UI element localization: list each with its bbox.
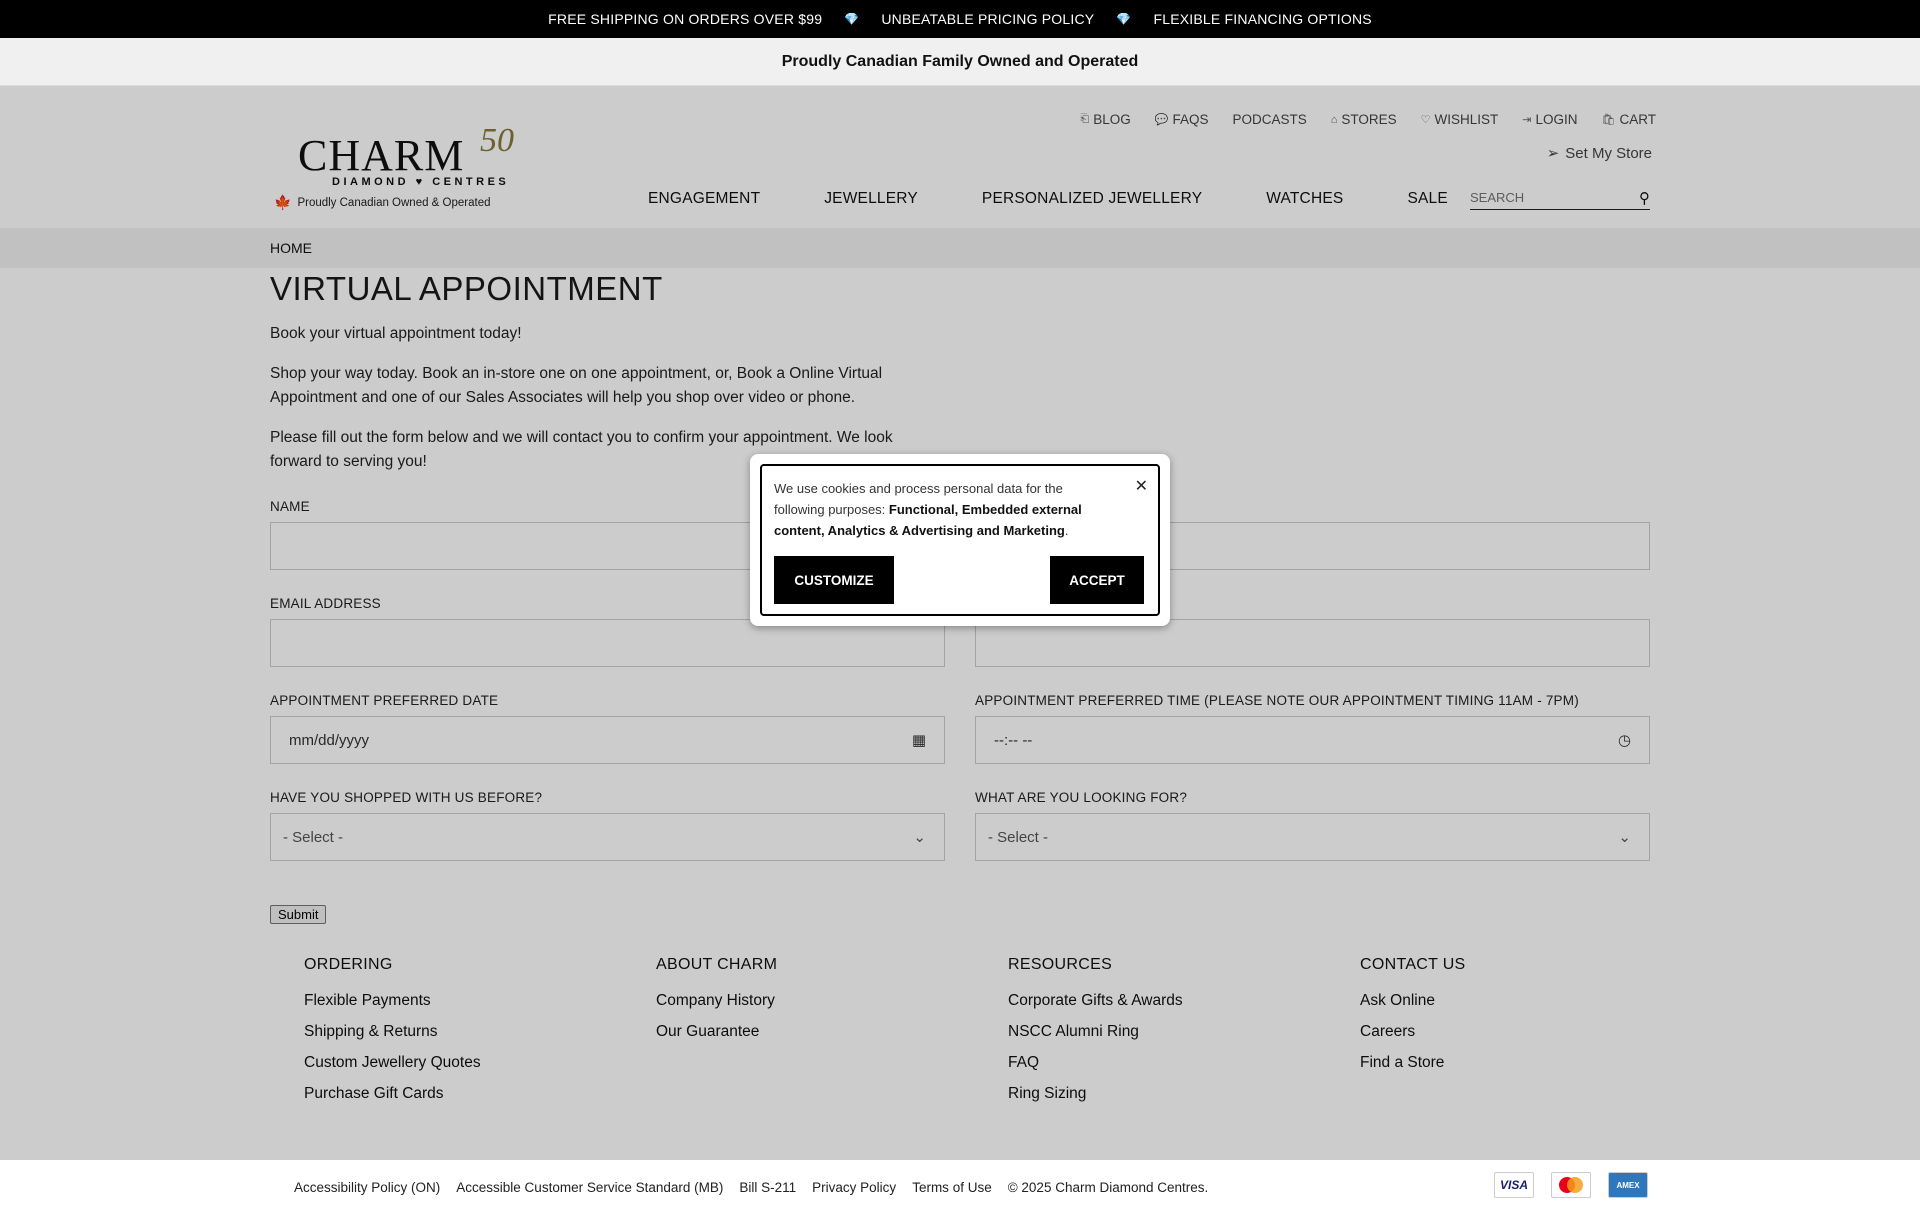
cookie-consent-panel: We use cookies and process personal data… (760, 464, 1160, 616)
legal-terms-of-use[interactable]: Terms of Use (912, 1180, 992, 1195)
customize-button[interactable]: CUSTOMIZE (774, 556, 894, 604)
promo-bar: FREE SHIPPING ON ORDERS OVER $99 💎 UNBEA… (0, 0, 1920, 38)
close-icon[interactable]: ✕ (1135, 476, 1148, 496)
legal-accessibility-policy[interactable]: Accessibility Policy (ON) (294, 1180, 440, 1195)
visa-icon: VISA (1494, 1172, 1534, 1198)
mastercard-icon (1551, 1172, 1591, 1198)
legal-privacy-policy[interactable]: Privacy Policy (812, 1180, 896, 1195)
cookie-message-end: . (1064, 523, 1069, 538)
legal-bill-s211[interactable]: Bill S-211 (739, 1180, 796, 1195)
promo-free-shipping: FREE SHIPPING ON ORDERS OVER $99 (548, 11, 823, 27)
legal-accessible-cs-standard[interactable]: Accessible Customer Service Standard (MB… (456, 1180, 723, 1195)
legal-links: Accessibility Policy (ON) Accessible Cus… (294, 1180, 1208, 1195)
promo-financing: FLEXIBLE FINANCING OPTIONS (1153, 11, 1372, 27)
payment-cards: VISA AMEX (1494, 1172, 1648, 1198)
footer-bottom-bar: Accessibility Policy (ON) Accessible Cus… (0, 1160, 1920, 1216)
copyright: © 2025 Charm Diamond Centres. (1007, 1180, 1209, 1195)
diamond-icon: 💎 (844, 12, 860, 26)
diamond-icon: 💎 (1116, 12, 1132, 26)
accept-button[interactable]: ACCEPT (1050, 556, 1144, 604)
cookie-consent-dialog: We use cookies and process personal data… (750, 454, 1170, 626)
modal-backdrop-lower[interactable] (0, 1080, 1920, 1160)
cookie-message: We use cookies and process personal data… (774, 478, 1114, 541)
proudly-canadian-banner: Proudly Canadian Family Owned and Operat… (0, 38, 1920, 86)
promo-pricing: UNBEATABLE PRICING POLICY (881, 11, 1095, 27)
amex-icon: AMEX (1608, 1172, 1648, 1198)
